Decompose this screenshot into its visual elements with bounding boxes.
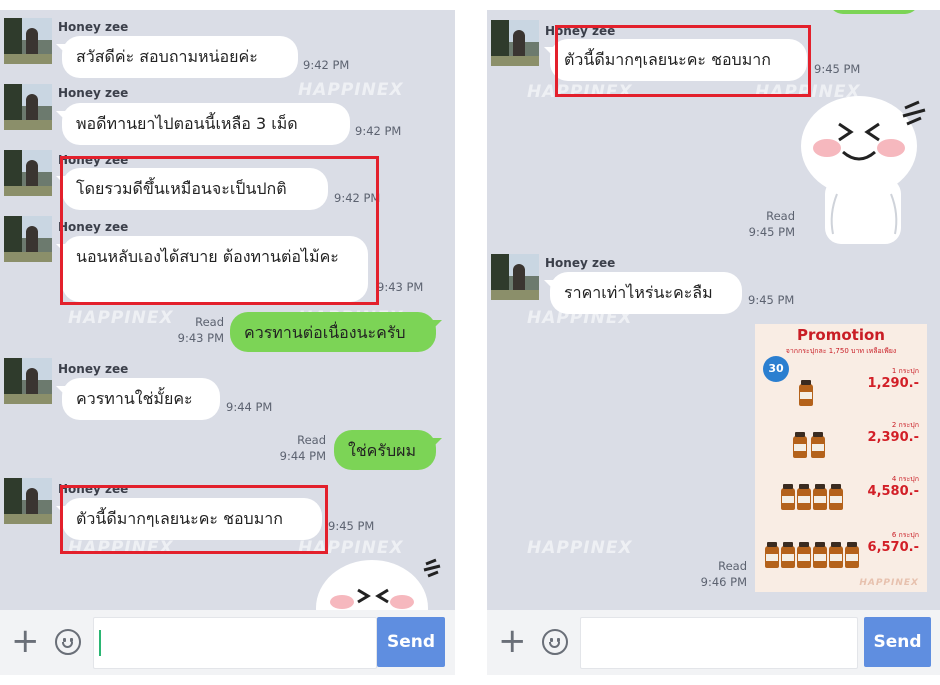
avatar[interactable] [491,20,539,66]
product-bottle [765,542,779,568]
send-button[interactable]: Send [377,617,445,667]
sender-name: Honey zee [58,362,129,376]
outgoing-bubble[interactable] [829,10,919,14]
message-bubble[interactable]: ราคาเท่าไหร่นะคะลืม [544,272,742,314]
message-time: 9:42 PM [303,58,350,72]
message-time: 9:43 PM [377,280,424,294]
send-button[interactable]: Send [864,617,931,667]
avatar[interactable] [4,84,52,130]
message-input-bar: + Send [0,610,455,675]
avatar[interactable] [4,216,52,262]
sticker-laughing-face[interactable] [314,550,444,610]
message-bubble[interactable]: ควรทานใช่มั้ยคะ [56,378,220,420]
message-input[interactable] [93,617,377,669]
promotion-image[interactable]: Promotion จากกระปุกละ 1,750 บาท เหลือเพี… [755,324,927,592]
read-receipt: Read 9:43 PM [160,314,224,346]
sender-name: Honey zee [58,20,129,34]
message-time: 9:46 PM [700,575,747,589]
read-receipt: Read 9:44 PM [264,432,326,464]
message-text: พอดีทานยาไปตอนนี้เหลือ 3 เม็ด [76,114,298,133]
read-receipt: Read 9:46 PM [683,558,747,590]
read-label: Read [766,209,795,223]
promo-badge: 30 [763,356,789,382]
message-bubble[interactable]: พอดีทานยาไปตอนนี้เหลือ 3 เม็ด [56,103,350,145]
read-label: Read [297,433,326,447]
message-time: 9:44 PM [226,400,273,414]
sender-name: Honey zee [545,256,616,270]
avatar[interactable] [491,254,539,300]
message-time: 9:42 PM [355,124,402,138]
read-label: Read [718,559,747,573]
highlight-box [60,485,328,554]
watermark: HAPPINEX [298,80,404,100]
emoji-icon[interactable] [55,629,81,655]
watermark: HAPPINEX [68,308,174,328]
sticker-laughing-face[interactable] [799,94,929,246]
message-time: 9:44 PM [279,449,326,463]
message-time: 9:45 PM [748,293,795,307]
message-text: ควรทานต่อเนื่องนะครับ [244,323,406,342]
avatar[interactable] [4,150,52,196]
outgoing-bubble[interactable]: ควรทานต่อเนื่องนะครับ [230,312,442,352]
tier-price: 6,570.- [867,540,919,555]
chat-screen-left: HAPPINEX HAPPINEX HAPPINEX HAPPINEX HAPP… [0,10,455,675]
product-bottle [829,484,843,510]
message-time: 9:45 PM [748,225,795,239]
chat-screen-right: HAPPINEX HAPPINEX HAPPINEX HAPPINEX Hone… [487,10,940,675]
watermark: HAPPINEX [527,538,633,558]
message-input[interactable] [580,617,858,669]
read-receipt: Read 9:45 PM [733,208,795,240]
tier-price: 2,390.- [867,430,919,445]
tier-price: 4,580.- [867,484,919,499]
product-bottle [797,542,811,568]
product-bottle [829,542,843,568]
plus-icon[interactable]: + [11,624,40,658]
highlight-box [60,156,379,305]
message-text: ราคาเท่าไหร่นะคะลืม [564,283,713,302]
plus-icon[interactable]: + [498,624,527,658]
outgoing-bubble[interactable]: ใช่ครับผม [334,430,442,470]
product-bottle [799,380,813,406]
promo-subtitle: จากกระปุกละ 1,750 บาท เหลือเพียง [785,347,897,355]
highlight-box [555,25,811,97]
avatar[interactable] [4,478,52,524]
message-text: สวัสดีค่ะ สอบถามหน่อยค่ะ [76,47,258,66]
product-bottle [845,542,859,568]
product-bottle [813,484,827,510]
product-bottle [781,484,795,510]
avatar[interactable] [4,18,52,64]
message-text: ใช่ครับผม [348,441,417,460]
message-time: 9:43 PM [177,331,224,345]
message-time: 9:45 PM [328,519,375,533]
emoji-icon[interactable] [542,629,568,655]
promo-title: Promotion [797,326,885,344]
message-bubble[interactable]: สวัสดีค่ะ สอบถามหน่อยค่ะ [56,36,298,78]
avatar[interactable] [4,358,52,404]
product-bottle [811,432,825,458]
message-time: 9:45 PM [814,62,861,76]
tier-price: 1,290.- [867,376,919,391]
product-bottle [797,484,811,510]
product-bottle [813,542,827,568]
sender-name: Honey zee [58,86,129,100]
promo-brand: HAPPINEX [859,578,919,588]
product-bottle [793,432,807,458]
product-bottle [781,542,795,568]
message-input-bar: + Send [487,610,940,675]
read-label: Read [195,315,224,329]
message-text: ควรทานใช่มั้ยคะ [76,389,193,408]
